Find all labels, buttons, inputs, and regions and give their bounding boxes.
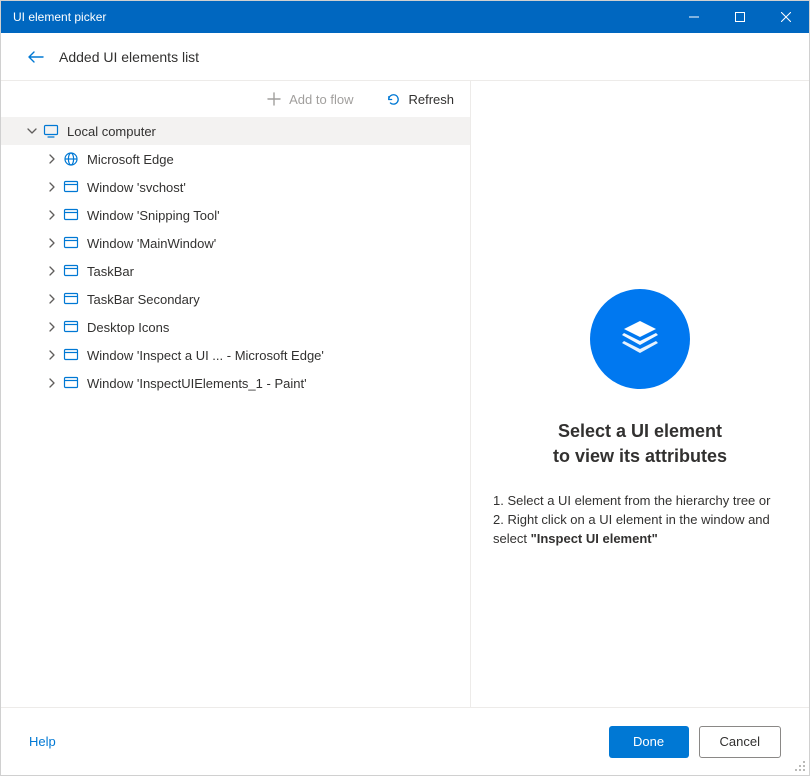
left-pane: Add to flow Refresh Local computer Micro… [1,81,471,707]
tree-item-label: Window 'Inspect a UI ... - Microsoft Edg… [87,348,324,363]
page-header: Added UI elements list [1,33,809,81]
resize-grip[interactable] [794,760,806,772]
window-icon [63,207,79,223]
chevron-right-icon[interactable] [45,292,59,306]
empty-state-body: 1. Select a UI element from the hierarch… [493,492,787,549]
refresh-label: Refresh [408,92,454,107]
refresh-button[interactable]: Refresh [369,81,470,117]
tree-item[interactable]: Window 'MainWindow' [1,229,470,257]
add-to-flow-button: Add to flow [250,81,369,117]
empty-state-line1: 1. Select a UI element from the hierarch… [493,492,787,511]
monitor-icon [43,123,59,139]
maximize-button[interactable] [717,1,763,33]
cancel-button[interactable]: Cancel [699,726,781,758]
empty-state-title-line2: to view its attributes [553,446,727,466]
breadcrumb: Added UI elements list [59,49,199,65]
tree-item[interactable]: TaskBar Secondary [1,285,470,313]
tree-item[interactable]: TaskBar [1,257,470,285]
window-icon [63,291,79,307]
back-button[interactable] [27,48,45,66]
refresh-icon [385,91,401,107]
chevron-right-icon[interactable] [45,264,59,278]
tree-item-label: TaskBar [87,264,134,279]
arrow-left-icon [27,48,45,66]
tree-item-label: Window 'svchost' [87,180,186,195]
tree-item[interactable]: Window 'Snipping Tool' [1,201,470,229]
window-icon [63,179,79,195]
empty-state-title-line1: Select a UI element [558,421,722,441]
tree-item-label: Microsoft Edge [87,152,174,167]
tree-item[interactable]: Microsoft Edge [1,145,470,173]
chevron-right-icon[interactable] [45,152,59,166]
window-icon [63,319,79,335]
tree-item-label: Desktop Icons [87,320,169,335]
tree-toolbar: Add to flow Refresh [1,81,470,117]
globe-icon [63,151,79,167]
empty-state-icon-circle [590,289,690,389]
title-bar: UI element picker [1,1,809,33]
empty-state-line2: 2. Right click on a UI element in the wi… [493,511,787,549]
empty-state-title: Select a UI element to view its attribut… [553,419,727,468]
dialog-footer: Help Done Cancel [1,707,809,775]
chevron-right-icon[interactable] [45,320,59,334]
minimize-button[interactable] [671,1,717,33]
tree-item[interactable]: Desktop Icons [1,313,470,341]
done-button[interactable]: Done [609,726,689,758]
chevron-down-icon[interactable] [25,124,39,138]
window-icon [63,235,79,251]
help-link[interactable]: Help [29,734,56,749]
tree-item-label: Window 'MainWindow' [87,236,216,251]
close-icon [781,12,791,22]
window-icon [63,347,79,363]
add-to-flow-label: Add to flow [289,92,353,107]
window-title: UI element picker [13,10,106,24]
tree-item-label: Window 'InspectUIElements_1 - Paint' [87,376,307,391]
close-button[interactable] [763,1,809,33]
plus-icon [266,91,282,107]
minimize-icon [689,12,699,22]
tree-item[interactable]: Window 'InspectUIElements_1 - Paint' [1,369,470,397]
chevron-right-icon[interactable] [45,376,59,390]
tree-item-label: Window 'Snipping Tool' [87,208,220,223]
tree-root-local-computer[interactable]: Local computer [1,117,470,145]
tree-root-label: Local computer [67,124,156,139]
window-icon [63,375,79,391]
tree-item[interactable]: Window 'svchost' [1,173,470,201]
chevron-right-icon[interactable] [45,236,59,250]
maximize-icon [735,12,745,22]
ui-element-tree[interactable]: Local computer Microsoft Edge Window 'svc… [1,117,470,707]
chevron-right-icon[interactable] [45,180,59,194]
layers-icon [616,315,664,363]
chevron-right-icon[interactable] [45,208,59,222]
tree-item-label: TaskBar Secondary [87,292,200,307]
window-icon [63,263,79,279]
chevron-right-icon[interactable] [45,348,59,362]
details-pane: Select a UI element to view its attribut… [471,81,809,707]
tree-item[interactable]: Window 'Inspect a UI ... - Microsoft Edg… [1,341,470,369]
